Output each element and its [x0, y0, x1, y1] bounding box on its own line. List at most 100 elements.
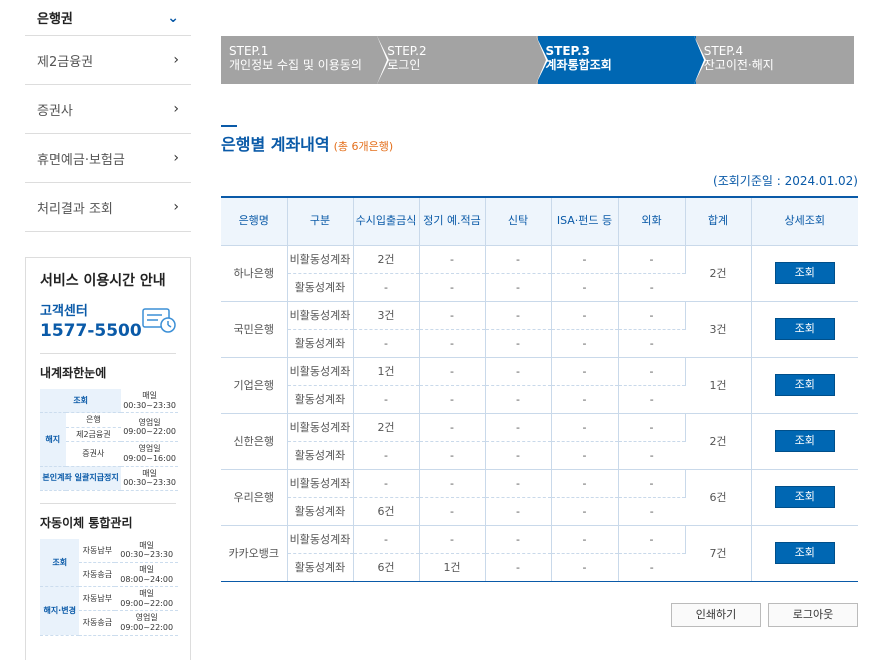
detail-button[interactable]: 조회	[774, 430, 835, 452]
cell-value: -	[551, 357, 619, 386]
cell-value: -	[618, 385, 685, 414]
bank-name: 신한은행	[221, 413, 288, 470]
total-count: 3건	[685, 301, 752, 358]
inactive-account-label: 비활동성계좌	[287, 525, 354, 554]
hours-time: 매일 00:30~23:30	[121, 389, 178, 414]
hours-time: 영업일 09:00~16:00	[121, 441, 178, 467]
cell-value: -	[485, 385, 552, 414]
step-label: 잔고이전·해지	[703, 58, 774, 72]
hours-sub: 은행	[65, 412, 122, 428]
sidebar-item-securities[interactable]: 증권사 ›	[25, 85, 191, 134]
inactive-account-label: 비활동성계좌	[287, 357, 354, 386]
detail-cell: 조회	[751, 301, 858, 358]
detail-button[interactable]: 조회	[774, 262, 835, 284]
chevron-right-icon: ›	[173, 52, 179, 68]
column-header: 신탁	[485, 196, 552, 246]
chevron-right-icon: ›	[173, 150, 179, 166]
hours-category: 해지·변경	[40, 586, 80, 636]
sidebar-item-second-finance[interactable]: 제2금융권 ›	[25, 36, 191, 85]
column-header: 정기 예.적금	[419, 196, 486, 246]
logout-button[interactable]: 로그아웃	[768, 603, 858, 627]
cell-value: 1건	[353, 357, 420, 386]
cell-value: 3건	[353, 301, 420, 330]
hours-sub: 증권사	[65, 441, 122, 467]
print-button[interactable]: 인쇄하기	[671, 603, 761, 627]
active-account-label: 활동성계좌	[287, 329, 354, 358]
cell-value: -	[485, 441, 552, 470]
cell-value: -	[419, 357, 486, 386]
inactive-account-label: 비활동성계좌	[287, 245, 354, 274]
detail-button[interactable]: 조회	[774, 374, 835, 396]
column-header: ISA·펀드 등	[551, 196, 619, 246]
cell-value: -	[419, 469, 486, 498]
cell-value: -	[551, 441, 619, 470]
column-header: 합계	[685, 196, 752, 246]
detail-button[interactable]: 조회	[774, 486, 835, 508]
column-header: 수시입출금식	[353, 196, 420, 246]
calendar-clock-icon	[142, 308, 176, 333]
cell-value: -	[618, 441, 685, 470]
cell-value: -	[551, 329, 619, 358]
column-header: 외화	[618, 196, 686, 246]
chevron-right-icon: ›	[173, 101, 179, 117]
step-label: 로그인	[387, 58, 421, 72]
sidebar-menu: 은행권 ⌄ 제2금융권 › 증권사 › 휴면예금·보험금 › 처리결과 조회 ›	[25, 0, 191, 232]
sidebar-item-result[interactable]: 처리결과 조회 ›	[25, 183, 191, 232]
total-count: 1건	[685, 357, 752, 414]
total-count: 7건	[685, 525, 752, 582]
cell-value: 6건	[353, 497, 420, 526]
cell-value: -	[485, 553, 552, 582]
sidebar-item-label: 제2금융권	[37, 54, 94, 70]
detail-cell: 조회	[751, 357, 858, 414]
table-row: 카카오뱅크 비활동성계좌 - - - - -7건 조회	[221, 525, 858, 582]
cell-value: -	[485, 329, 552, 358]
step-label: 개인정보 수집 및 이용동의	[229, 58, 362, 72]
cell-value: -	[618, 273, 685, 302]
cell-value: -	[618, 553, 685, 582]
cell-value: -	[618, 301, 686, 330]
sidebar-item-label: 휴면예금·보험금	[37, 152, 125, 168]
step-number: STEP.4	[703, 44, 744, 58]
sidebar-item-dormant[interactable]: 휴면예금·보험금 ›	[25, 134, 191, 183]
step-indicator: STEP.1 개인정보 수집 및 이용동의 STEP.2 로그인 STEP.3 …	[221, 36, 854, 84]
bank-name: 기업은행	[221, 357, 288, 414]
total-count: 6건	[685, 469, 752, 526]
cell-value: -	[551, 469, 619, 498]
divider	[40, 353, 176, 354]
cell-value: 2건	[353, 413, 420, 442]
cell-value: -	[353, 385, 420, 414]
section-title-text: 은행별 계좌내역	[221, 135, 330, 154]
inactive-account-label: 비활동성계좌	[287, 301, 354, 330]
service-hours-title: 서비스 이용시간 안내	[40, 273, 166, 289]
cell-value: -	[485, 413, 552, 442]
detail-button[interactable]: 조회	[774, 542, 835, 564]
chevron-down-icon: ⌄	[167, 9, 179, 26]
detail-button[interactable]: 조회	[774, 318, 835, 340]
cell-value: -	[485, 497, 552, 526]
hours-category: 조회	[40, 389, 122, 414]
cell-value: -	[551, 301, 619, 330]
cell-value: -	[618, 497, 685, 526]
cell-value: -	[353, 273, 420, 302]
cell-value: -	[485, 273, 552, 302]
cell-value: -	[353, 441, 420, 470]
sidebar-item-bank[interactable]: 은행권 ⌄	[25, 0, 191, 36]
bank-name: 하나은행	[221, 245, 288, 302]
divider	[40, 502, 176, 504]
cell-value: -	[419, 301, 486, 330]
column-header: 구분	[287, 196, 354, 246]
cell-value: -	[485, 469, 552, 498]
active-account-label: 활동성계좌	[287, 273, 354, 302]
hours-time: 매일 00:30~23:30	[121, 466, 178, 491]
hours-sub: 자동송금	[79, 562, 116, 588]
step-number: STEP.2	[387, 44, 427, 58]
cell-value: -	[551, 273, 619, 302]
active-account-label: 활동성계좌	[287, 553, 354, 582]
table-row: 기업은행 비활동성계좌 1건 - - - -1건 조회	[221, 357, 858, 414]
cell-value: -	[419, 413, 486, 442]
my-account-hours-table: 조회 매일 00:30~23:30 해지 은행 영업일 09:00~22:00 제2…	[40, 389, 178, 491]
my-account-title: 내계좌한눈에	[40, 366, 107, 380]
detail-cell: 조회	[751, 469, 858, 526]
cell-value: -	[618, 469, 686, 498]
bank-count: (총 6개은행)	[333, 140, 394, 153]
